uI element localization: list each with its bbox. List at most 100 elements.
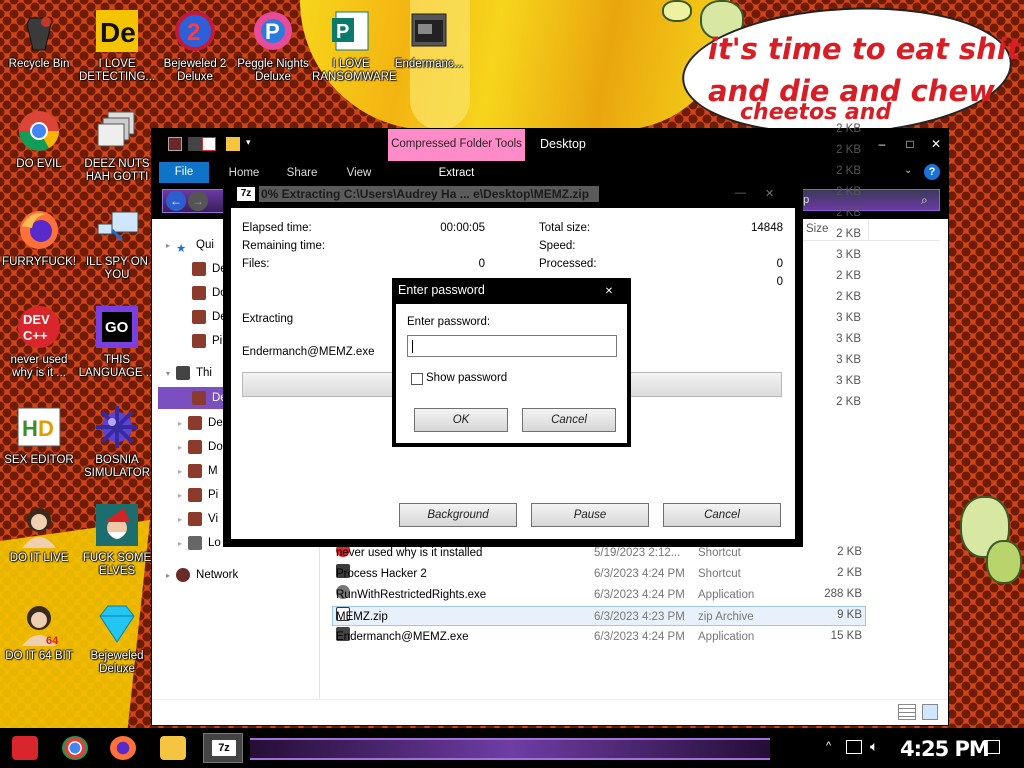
nav-item[interactable]: ▸ Pi xyxy=(178,484,218,506)
minimize-icon[interactable]: – xyxy=(868,135,896,153)
nav-item[interactable]: ▸ Lo xyxy=(178,532,221,554)
desktop-icon-label: I LOVE DETECTING... xyxy=(78,58,156,83)
tab-share[interactable]: Share xyxy=(278,163,326,183)
svg-text:D: D xyxy=(38,416,54,441)
network-icon xyxy=(176,567,191,582)
nav-item-this-pc[interactable]: ▾ Thi xyxy=(166,362,212,384)
background-button[interactable]: Background xyxy=(399,503,517,527)
close-icon[interactable]: ✕ xyxy=(765,187,774,200)
pause-button[interactable]: Pause xyxy=(531,503,649,527)
help-icon[interactable]: ? xyxy=(924,164,940,180)
close-icon[interactable]: ✕ xyxy=(597,285,621,299)
nav-label: Do xyxy=(208,441,223,453)
svg-text:P: P xyxy=(265,19,280,44)
start-button-icon[interactable] xyxy=(12,736,38,760)
properties-icon[interactable] xyxy=(202,137,216,151)
nav-label: Pi xyxy=(208,489,219,501)
cancel-button[interactable]: Cancel xyxy=(522,408,616,432)
svg-text:De: De xyxy=(100,17,136,48)
file-explorer-icon[interactable] xyxy=(160,736,186,760)
desktop-icon-bejeweled-2[interactable]: 2 Bejeweled 2 Deluxe xyxy=(156,8,234,84)
desktop-icon-do-it-live[interactable]: DO IT LIVE xyxy=(0,502,78,565)
back-icon[interactable]: ← xyxy=(166,191,186,211)
password-dialog: Enter password ✕ Enter password: Show pa… xyxy=(392,278,631,447)
nav-item-network[interactable]: ▸ Network xyxy=(166,564,238,586)
taskbar-clock[interactable]: 4:25 PM xyxy=(900,737,990,761)
file-size: 288 KB xyxy=(824,588,862,600)
desktop-icon-bejeweled[interactable]: Bejeweled Deluxe xyxy=(78,600,156,676)
nav-item[interactable]: ▸ Vi xyxy=(178,508,218,530)
cancel-extraction-button[interactable]: Cancel xyxy=(663,503,781,527)
nav-item[interactable]: De xyxy=(192,306,227,328)
window-title: Desktop xyxy=(540,137,586,151)
desktop-icon-chrome[interactable]: DO EVIL xyxy=(0,108,78,171)
desktop-icon-do-it-64[interactable]: 64 DO IT 64 BIT xyxy=(0,600,78,663)
desktop-icon-deez-nuts[interactable]: DEEZ NUTS HAH GOTTI xyxy=(78,108,156,184)
desktop-icon-bosnia[interactable]: BOSNIA SIMULATOR xyxy=(78,404,156,480)
santa-icon xyxy=(94,502,140,548)
large-icons-view-icon[interactable] xyxy=(922,704,938,720)
desktop-icon-spy[interactable]: ILL SPY ON YOU xyxy=(78,206,156,282)
desktop-icon-santa[interactable]: FUCK SOME ELVES xyxy=(78,502,156,578)
desktop-icon-ransomware[interactable]: P I LOVE RANSOMWARE xyxy=(312,8,397,84)
file-type: Shortcut xyxy=(698,568,741,580)
file-size: 15 KB xyxy=(830,630,862,642)
nav-item[interactable]: ▸ De xyxy=(178,412,223,434)
ribbon-expand-icon[interactable]: ⌄ xyxy=(904,165,912,176)
desktop-icon-goland[interactable]: GO THIS LANGUAGE ... xyxy=(78,304,156,380)
minimize-icon[interactable]: — xyxy=(735,187,746,199)
chrome-icon[interactable] xyxy=(62,736,88,760)
tab-view[interactable]: View xyxy=(336,163,382,183)
desktop-icon-detect-it-easy[interactable]: De I LOVE DETECTING... xyxy=(78,8,156,84)
chevron-up-icon[interactable]: ^ xyxy=(826,740,831,752)
desktop-icon-firefox[interactable]: FURRYFUCK! xyxy=(0,206,78,269)
nav-item[interactable]: ▸ Do xyxy=(178,436,223,458)
desktop-icon-endermanch[interactable]: Endermanc... xyxy=(390,8,468,71)
desktop-icon-label: Endermanc... xyxy=(394,58,464,70)
desktop-icon-recycle-bin[interactable]: Recycle Bin xyxy=(0,8,78,71)
show-password-checkbox[interactable] xyxy=(411,373,423,385)
dialog-title: Enter password xyxy=(398,283,485,297)
desktop-icon-dev-cpp[interactable]: DEV C++ never used why is it ... xyxy=(0,304,78,380)
app-window-icon xyxy=(406,8,452,54)
tab-home[interactable]: Home xyxy=(220,163,268,183)
total-size-label: Total size: xyxy=(539,222,591,234)
taskbar-active-app[interactable]: 7z xyxy=(203,733,243,763)
file-row[interactable]: RunWithRestrictedRights.exe 6/3/2023 4:2… xyxy=(332,585,864,605)
file-row[interactable]: Process Hacker 2 6/3/2023 4:24 PM Shortc… xyxy=(332,564,864,584)
file-row[interactable]: Endermanch@MEMZ.exe 6/3/2023 4:24 PM App… xyxy=(332,627,864,647)
desktop-icon-peggle[interactable]: P Peggle Nights Deluxe xyxy=(234,8,312,84)
file-row-selected[interactable]: MEMZ.zip 6/3/2023 4:23 PM zip Archive xyxy=(332,606,866,626)
details-view-icon[interactable] xyxy=(898,704,916,720)
svg-text:GO: GO xyxy=(105,319,129,336)
tab-extract[interactable]: Extract xyxy=(388,163,525,183)
nav-item[interactable]: ▸ M xyxy=(178,460,218,482)
network-icon[interactable] xyxy=(846,740,862,754)
volume-icon[interactable]: 🔈︎ xyxy=(870,738,878,755)
publisher-icon: P xyxy=(328,8,374,54)
dialog-body: Enter password: Show password OK Cancel xyxy=(396,304,627,443)
app-menu-icon[interactable] xyxy=(168,137,182,151)
forward-icon[interactable]: → xyxy=(188,191,208,211)
nav-item[interactable]: Do xyxy=(192,282,227,304)
desktop-icon-label: DEEZ NUTS HAH GOTTI xyxy=(84,158,150,183)
desktop-icon-label: DO IT 64 BIT xyxy=(5,650,73,662)
nav-item[interactable]: Pi xyxy=(192,330,222,352)
close-icon[interactable]: ✕ xyxy=(922,135,948,153)
diamond-icon xyxy=(94,600,140,646)
firefox-icon[interactable] xyxy=(110,736,136,760)
file-size: 3 KB xyxy=(836,312,861,324)
qat-chevron-icon[interactable]: ▾ xyxy=(246,137,260,151)
nav-item[interactable]: De xyxy=(192,258,227,280)
wallpaper-gem-character-hand xyxy=(662,0,692,22)
ok-button[interactable]: OK xyxy=(414,408,508,432)
new-folder-icon[interactable] xyxy=(226,137,240,151)
tab-file[interactable]: File xyxy=(159,162,209,183)
maximize-icon[interactable]: □ xyxy=(896,135,924,153)
svg-text:2: 2 xyxy=(187,19,200,46)
password-input[interactable] xyxy=(407,335,617,357)
folder-icon xyxy=(188,511,203,526)
desktop-icon-hxd[interactable]: HD SEX EDITOR xyxy=(0,404,78,467)
nav-item-quick-access[interactable]: ▸ ★ Qui xyxy=(166,234,214,256)
dev-cpp-icon: DEV C++ xyxy=(16,304,62,350)
